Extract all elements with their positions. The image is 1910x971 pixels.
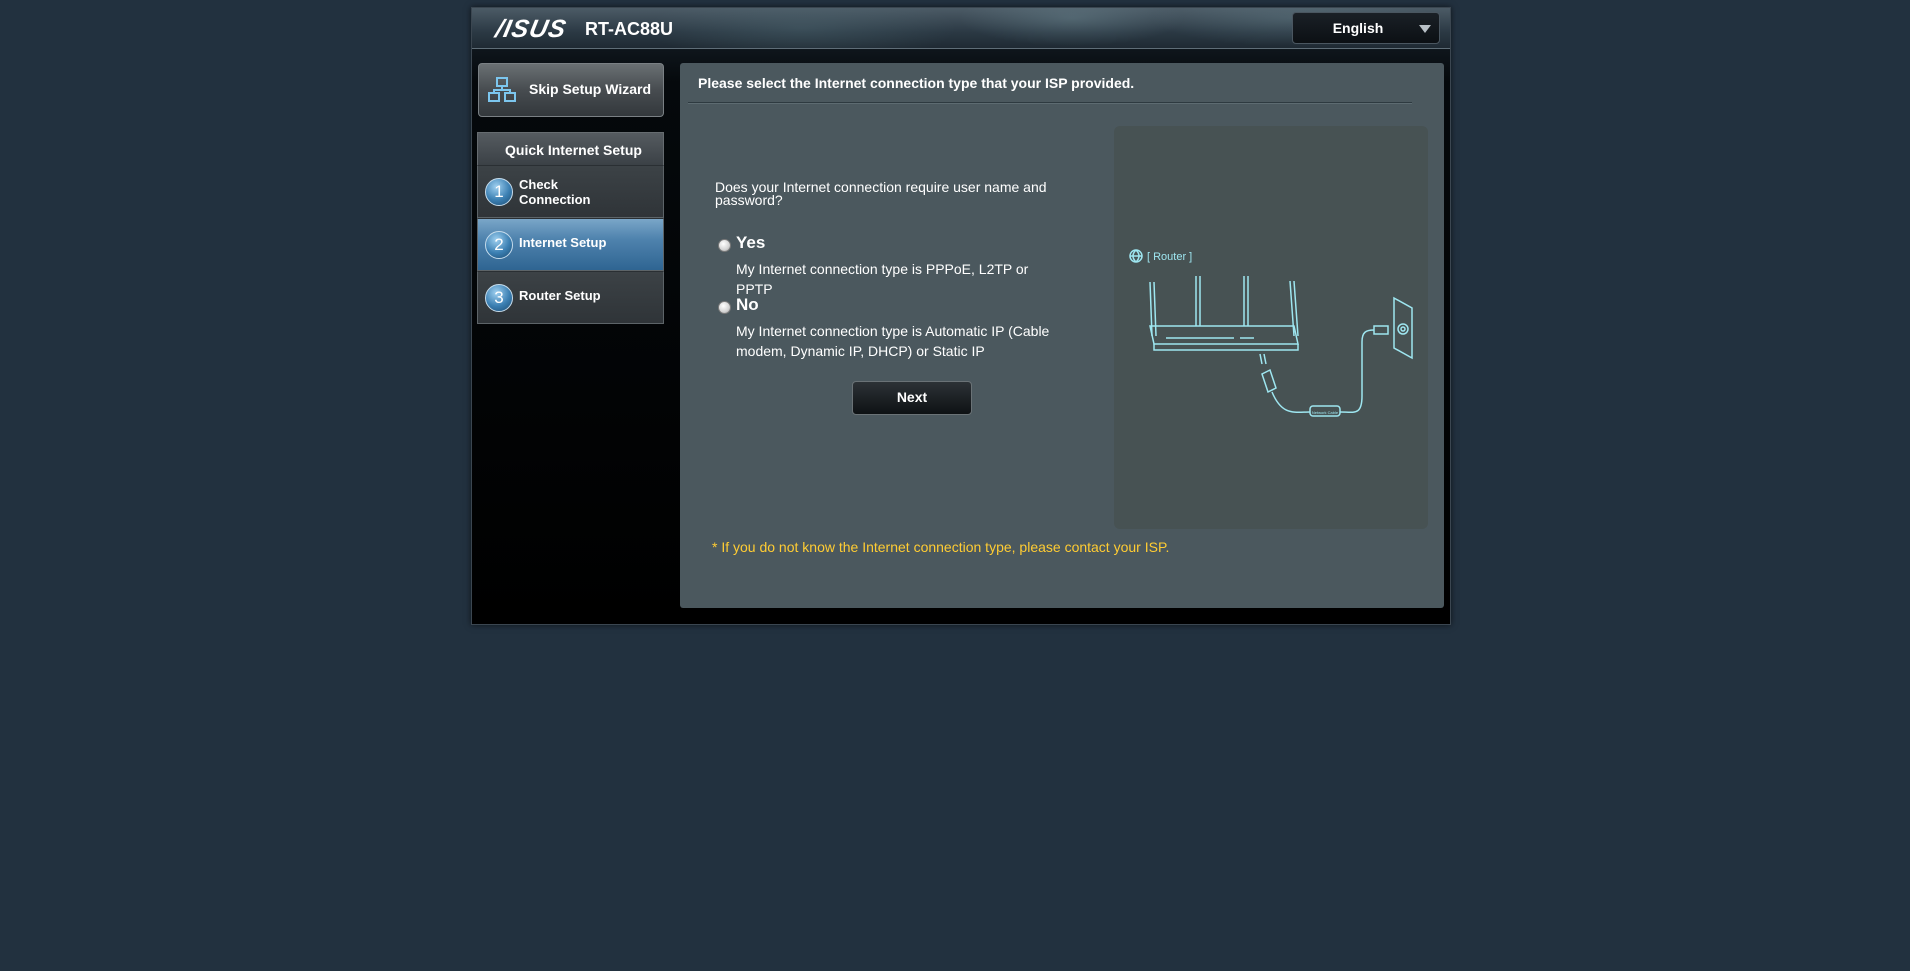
router-illustration: [ Router ] Network Cable [1114,126,1428,529]
asus-logo: /ISUS [493,15,570,43]
title-divider [688,102,1412,103]
network-icon [488,77,516,102]
steps-title: Quick Internet Setup [477,132,664,165]
quick-setup-steps: Quick Internet Setup 1 Check Connection … [477,132,664,332]
step-label: Check Connection [519,177,591,207]
content-panel: Please select the Internet connection ty… [680,63,1444,608]
step-label: Internet Setup [519,235,607,250]
page-title: Please select the Internet connection ty… [698,75,1135,91]
step-check-connection[interactable]: 1 Check Connection [477,165,664,218]
language-selected-label: English [1332,20,1384,36]
network-cable-label: Network Cable [1312,410,1339,415]
yes-option-description: My Internet connection type is PPPoE, L2… [736,261,1029,297]
language-select[interactable]: English [1292,12,1440,44]
chevron-down-icon [1419,25,1431,33]
step-label: Router Setup [519,288,601,303]
router-label: [ Router ] [1147,251,1192,263]
skip-setup-wizard-button[interactable]: Skip Setup Wizard [478,63,664,117]
yes-option-label[interactable]: Yes [736,233,765,253]
model-name: RT-AC88U [585,19,674,39]
router-diagram: [ Router ] Network Cable [1129,249,1413,417]
step-number-badge: 1 [485,178,513,206]
setup-wizard-window: /ISUS RT-AC88U English Skip Setup Wizard… [471,7,1451,625]
no-option-label[interactable]: No [736,295,759,315]
header-bar: /ISUS RT-AC88U English [472,8,1450,49]
no-radio[interactable] [718,301,731,314]
step-internet-setup[interactable]: 2 Internet Setup [477,218,664,271]
next-button[interactable]: Next [852,381,972,415]
step-router-setup[interactable]: 3 Router Setup [477,271,664,324]
step-number-badge: 2 [485,231,513,259]
yes-radio[interactable] [718,239,731,252]
isp-note: * If you do not know the Internet connec… [712,539,1170,555]
no-option-description: My Internet connection type is Automatic… [736,323,1050,359]
step-number-badge: 3 [485,284,513,312]
skip-setup-wizard-label: Skip Setup Wizard [529,81,652,97]
credentials-question: Does your Internet connection require us… [715,179,1047,208]
